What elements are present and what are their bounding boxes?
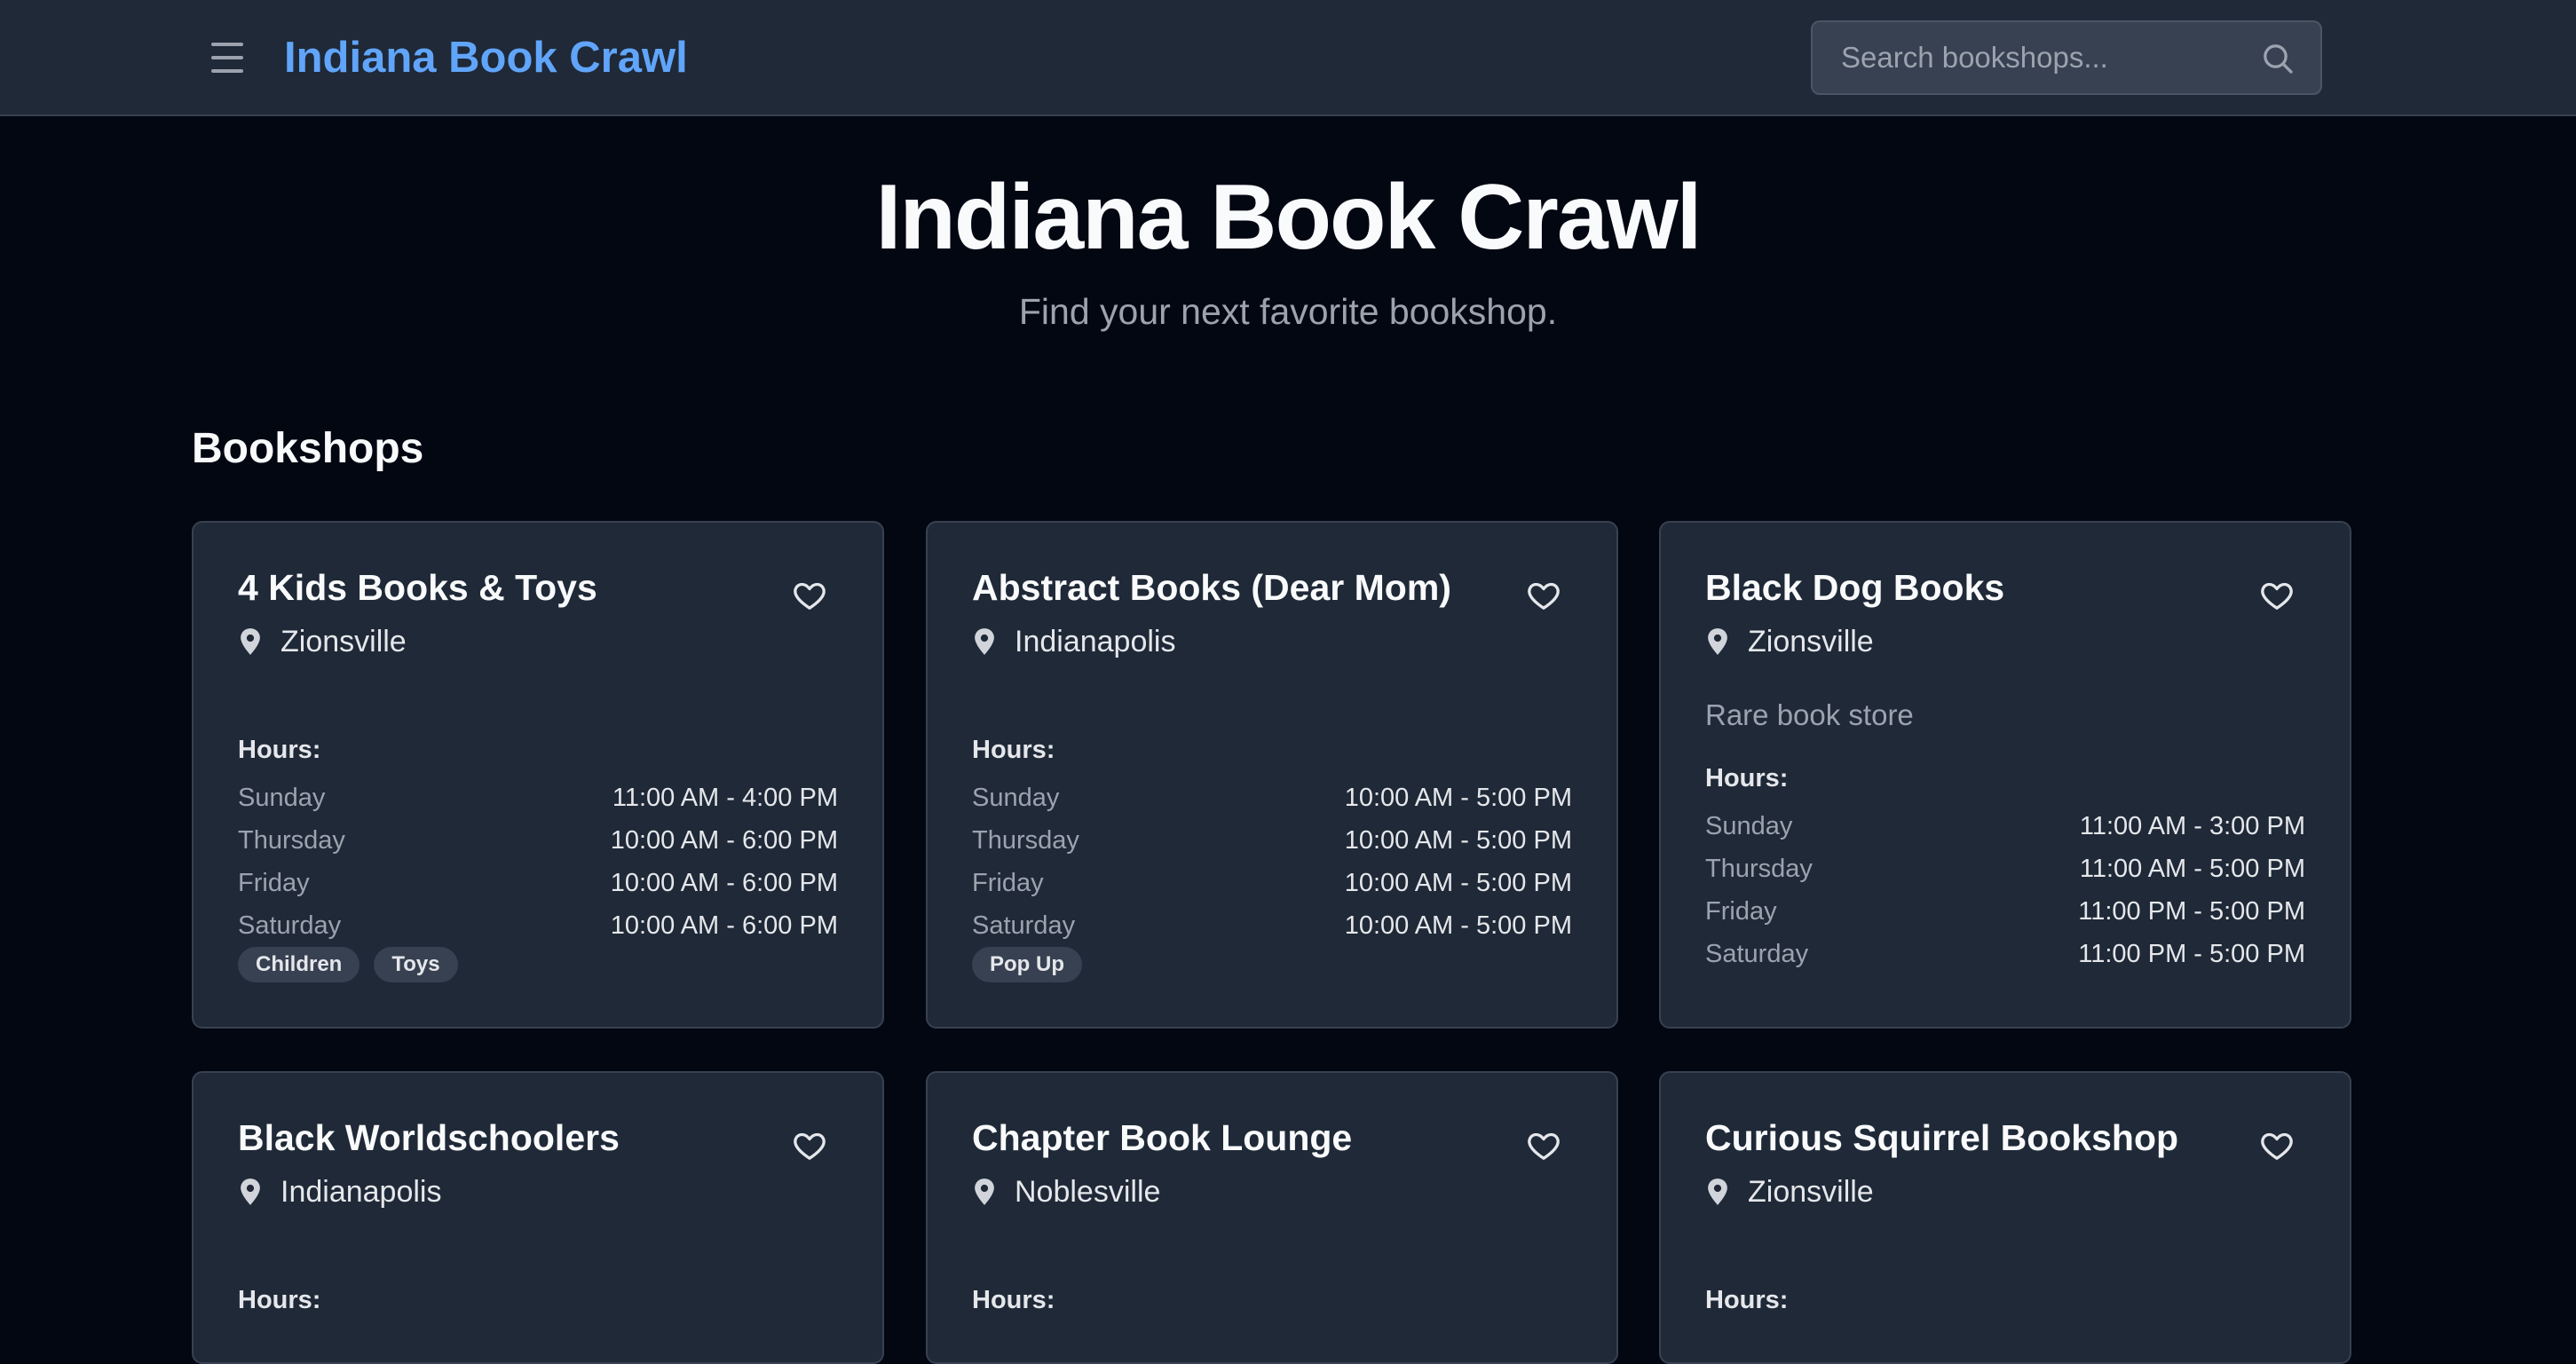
- hours-row: Friday 11:00 PM - 5:00 PM: [1705, 890, 2305, 933]
- bookshop-card[interactable]: 4 Kids Books & Toys Zionsville Hours: Su…: [192, 521, 884, 1029]
- hours-time: 10:00 AM - 6:00 PM: [610, 825, 838, 855]
- hours-day: Saturday: [972, 911, 1076, 940]
- bookshop-city: Zionsville: [1748, 624, 1874, 658]
- heart-icon[interactable]: [792, 578, 827, 613]
- bookshop-city: Noblesville: [1015, 1174, 1161, 1209]
- bookshop-name[interactable]: Abstract Books (Dear Mom): [972, 565, 1572, 610]
- hours-time: 10:00 AM - 5:00 PM: [1344, 868, 1572, 897]
- hours-row: Thursday 10:00 AM - 6:00 PM: [238, 819, 838, 862]
- bookshop-card[interactable]: Black Dog Books Zionsville Rare book sto…: [1659, 521, 2351, 1029]
- tag-list: Pop Up: [972, 947, 1572, 982]
- hours-label: Hours:: [1705, 1286, 1789, 1314]
- hours-time: 11:00 AM - 5:00 PM: [2079, 854, 2305, 883]
- hero-subtitle: Find your next favorite bookshop.: [1018, 291, 1558, 332]
- map-pin-icon: [241, 628, 260, 655]
- bookshop-name[interactable]: Black Worldschoolers: [238, 1116, 838, 1160]
- hours-row: Saturday 10:00 AM - 5:00 PM: [972, 904, 1572, 947]
- hours-day: Saturday: [238, 911, 342, 940]
- hours-day: Thursday: [238, 825, 345, 855]
- hours-row: Saturday 11:00 PM - 5:00 PM: [1705, 933, 2305, 975]
- location-row: Indianapolis: [972, 620, 1572, 663]
- bookshop-description: Rare book store: [1705, 698, 1914, 731]
- hours-time: 10:00 AM - 5:00 PM: [1344, 825, 1572, 855]
- hours-day: Friday: [238, 868, 310, 897]
- hours-row: Saturday 10:00 AM - 6:00 PM: [238, 904, 838, 947]
- hours-label: Hours:: [238, 736, 321, 764]
- map-pin-icon: [975, 628, 994, 655]
- hero-title: Indiana Book Crawl: [875, 166, 1702, 269]
- location-row: Noblesville: [972, 1171, 1572, 1213]
- hours-day: Friday: [1705, 896, 1777, 926]
- heart-icon[interactable]: [792, 1128, 827, 1163]
- hours-row: Sunday 11:00 AM - 3:00 PM: [1705, 805, 2305, 848]
- bookshop-city: Zionsville: [1748, 1174, 1874, 1209]
- bookshop-city: Indianapolis: [1015, 624, 1176, 658]
- hours-row: Thursday 10:00 AM - 5:00 PM: [972, 819, 1572, 862]
- bookshop-city: Zionsville: [281, 624, 407, 658]
- hours-row: Thursday 11:00 AM - 5:00 PM: [1705, 848, 2305, 890]
- hamburger-menu-icon: [211, 43, 243, 46]
- hours-time: 11:00 PM - 5:00 PM: [2078, 939, 2305, 968]
- top-navbar: Indiana Book Crawl: [0, 0, 2576, 116]
- tag-badge: Children: [238, 947, 360, 982]
- heart-icon[interactable]: [1526, 578, 1561, 613]
- location-row: Zionsville: [238, 620, 838, 663]
- hours-row: Sunday 11:00 AM - 4:00 PM: [238, 777, 838, 819]
- bookshop-name[interactable]: Chapter Book Lounge: [972, 1116, 1572, 1160]
- hours-row: Sunday 10:00 AM - 5:00 PM: [972, 777, 1572, 819]
- brand-link[interactable]: Indiana Book Crawl: [284, 30, 688, 85]
- bookshop-name[interactable]: Black Dog Books: [1705, 565, 2305, 610]
- hours-day: Sunday: [972, 783, 1060, 812]
- hamburger-menu-button[interactable]: [206, 39, 249, 76]
- heart-icon[interactable]: [2259, 578, 2295, 613]
- heart-icon[interactable]: [2259, 1128, 2295, 1163]
- tag-list: Children Toys: [238, 947, 838, 982]
- hours-label: Hours:: [972, 1286, 1055, 1314]
- bookshop-name[interactable]: Curious Squirrel Bookshop: [1705, 1116, 2305, 1160]
- hours-list: Sunday 11:00 AM - 3:00 PM Thursday 11:00 AM…: [1705, 805, 2305, 975]
- tag-badge: Pop Up: [972, 947, 1082, 982]
- hours-day: Sunday: [1705, 811, 1793, 840]
- section-title: Bookshops: [192, 425, 424, 472]
- bookshop-card[interactable]: Black Worldschoolers Indianapolis Hours:: [192, 1071, 884, 1364]
- hours-time: 10:00 AM - 6:00 PM: [610, 868, 838, 897]
- hours-row: Friday 10:00 AM - 5:00 PM: [972, 862, 1572, 904]
- map-pin-icon: [1708, 628, 1727, 655]
- location-row: Indianapolis: [238, 1171, 838, 1213]
- map-pin-icon: [241, 1179, 260, 1205]
- hours-day: Sunday: [238, 783, 326, 812]
- hours-list: Sunday 10:00 AM - 5:00 PM Thursday 10:00 AM…: [972, 777, 1572, 947]
- hours-time: 10:00 AM - 6:00 PM: [610, 911, 838, 940]
- hours-time: 10:00 AM - 5:00 PM: [1344, 911, 1572, 940]
- map-pin-icon: [975, 1179, 994, 1205]
- bookshop-card[interactable]: Abstract Books (Dear Mom) Indianapolis H…: [926, 521, 1618, 1029]
- hours-list: Sunday 11:00 AM - 4:00 PM Thursday 10:00 AM…: [238, 777, 838, 947]
- hours-time: 11:00 AM - 4:00 PM: [612, 783, 838, 812]
- hours-day: Friday: [972, 868, 1044, 897]
- search-icon[interactable]: [2260, 41, 2295, 76]
- search-input[interactable]: [1813, 22, 2320, 93]
- hours-day: Thursday: [1705, 854, 1813, 883]
- hours-time: 11:00 AM - 3:00 PM: [2079, 811, 2305, 840]
- location-row: Zionsville: [1705, 620, 2305, 663]
- search-box[interactable]: [1811, 20, 2322, 95]
- hours-label: Hours:: [1705, 764, 1789, 792]
- bookshop-card[interactable]: Chapter Book Lounge Noblesville Hours:: [926, 1071, 1618, 1364]
- hours-day: Saturday: [1705, 939, 1809, 968]
- bookshop-city: Indianapolis: [281, 1174, 442, 1209]
- hours-label: Hours:: [238, 1286, 321, 1314]
- heart-icon[interactable]: [1526, 1128, 1561, 1163]
- map-pin-icon: [1708, 1179, 1727, 1205]
- bookshop-name[interactable]: 4 Kids Books & Toys: [238, 565, 838, 610]
- hours-time: 11:00 PM - 5:00 PM: [2078, 896, 2305, 926]
- hours-row: Friday 10:00 AM - 6:00 PM: [238, 862, 838, 904]
- hours-day: Thursday: [972, 825, 1079, 855]
- location-row: Zionsville: [1705, 1171, 2305, 1213]
- tag-badge: Toys: [374, 947, 458, 982]
- bookshop-card[interactable]: Curious Squirrel Bookshop Zionsville Hou…: [1659, 1071, 2351, 1364]
- hours-label: Hours:: [972, 736, 1055, 764]
- hours-time: 10:00 AM - 5:00 PM: [1344, 783, 1572, 812]
